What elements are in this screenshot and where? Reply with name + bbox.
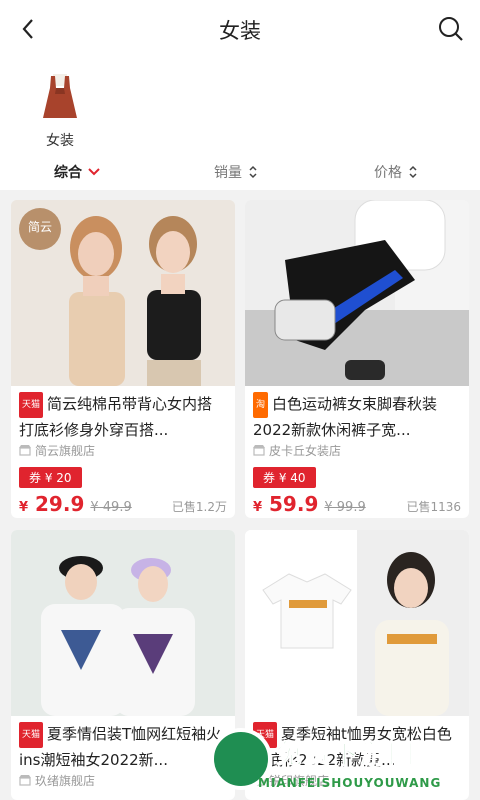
shop-name-text: 玖绪旗舰店 [35, 774, 96, 788]
sort-sales[interactable]: 销量 [214, 162, 258, 182]
sold-count: 已售1136 [406, 500, 461, 514]
shop-icon [19, 775, 31, 786]
price-value: 29.9 [35, 492, 85, 516]
product-title: 天猫 夏季情侣装T恤网红短袖火ins潮短袖女2022新... [19, 722, 227, 770]
product-image [245, 530, 469, 716]
original-price: ¥ 49.9 [90, 500, 132, 515]
sold-count: 已售1.2万 [171, 500, 227, 514]
sort-sales-label: 销量 [214, 165, 242, 181]
taobao-badge: 淘 [253, 392, 269, 418]
price-row: ¥ 29.9 ¥ 49.9 已售1.2万 [19, 492, 227, 516]
tmall-badge: 天猫 [19, 392, 44, 418]
product-grid: 简云 天猫 简云纯棉吊带背心女内搭打底衫修身外穿百搭... 简云旗舰店 券 ¥ 2… [0, 190, 480, 800]
category-item-womenswear[interactable]: 女装 [34, 72, 86, 150]
shop-icon [19, 445, 31, 456]
watermark-text: 免费下游网 [275, 740, 417, 771]
page-title: 女装 [219, 19, 261, 43]
category-strip: 女装 [0, 58, 480, 154]
sort-composite[interactable]: 综合 [54, 162, 100, 182]
shop-name: 皮卡丘女装店 [253, 442, 461, 459]
product-image: 简云 [11, 200, 235, 386]
shop-name-text: 简云旗舰店 [35, 444, 96, 458]
price: ¥ 29.9 [19, 492, 84, 516]
product-title: 淘白色运动裤女束脚春秋装2022新款休闲裤子宽... [253, 392, 461, 440]
search-icon[interactable] [436, 14, 466, 44]
sort-price[interactable]: 价格 [374, 162, 418, 182]
shop-name-text: 皮卡丘女装店 [269, 444, 342, 458]
product-image [11, 530, 235, 716]
sort-composite-label: 综合 [54, 165, 82, 181]
price-row: ¥ 59.9 ¥ 99.9 已售1136 [253, 492, 461, 516]
brand-logo: 简云 [19, 208, 61, 250]
product-image [245, 200, 469, 386]
price-value: 59.9 [269, 492, 319, 516]
product-title: 天猫 简云纯棉吊带背心女内搭打底衫修身外穿百搭... [19, 392, 227, 440]
product-photo-sport-pants [245, 200, 469, 386]
shop-icon [253, 445, 265, 456]
product-card[interactable]: 简云 天猫 简云纯棉吊带背心女内搭打底衫修身外穿百搭... 简云旗舰店 券 ¥ 2… [11, 200, 235, 518]
site-watermark: 免费下游网 MIANFEISHOUYOUWANG [210, 726, 480, 800]
tmall-badge: 天猫 [19, 722, 44, 748]
shop-name: 简云旗舰店 [19, 442, 227, 459]
product-title-text: 夏季情侣装T恤网红短袖火ins潮短袖女2022新... [19, 725, 222, 769]
currency-symbol: ¥ [253, 500, 263, 515]
sort-bar: 综合 销量 价格 [0, 154, 480, 190]
watermark-subtext: MIANFEISHOUYOUWANG [258, 776, 442, 790]
price: ¥ 59.9 [253, 492, 318, 516]
sort-toggle-icon [409, 165, 417, 179]
original-price: ¥ 99.9 [324, 500, 366, 515]
sort-price-label: 价格 [374, 165, 402, 181]
coupon-badge[interactable]: 券 ¥ 20 [19, 467, 82, 488]
product-card[interactable]: 天猫 夏季情侣装T恤网红短袖火ins潮短袖女2022新... 玖绪旗舰店 [11, 530, 235, 800]
coupon-badge[interactable]: 券 ¥ 40 [253, 467, 316, 488]
product-title-text: 白色运动裤女束脚春秋装2022新款休闲裤子宽... [253, 395, 438, 439]
shop-name: 玖绪旗舰店 [19, 772, 227, 789]
product-title-text: 简云纯棉吊带背心女内搭打底衫修身外穿百搭... [19, 395, 213, 439]
chevron-down-icon [88, 168, 100, 176]
dress-icon [43, 74, 77, 118]
product-photo-white-tshirt [245, 530, 469, 716]
product-card[interactable]: 淘白色运动裤女束脚春秋装2022新款休闲裤子宽... 皮卡丘女装店 券 ¥ 40… [245, 200, 469, 518]
sort-toggle-icon [249, 165, 257, 179]
product-photo-couple-tshirts [11, 530, 235, 716]
currency-symbol: ¥ [19, 500, 29, 515]
top-bar: 女装 [0, 0, 480, 58]
category-label: 女装 [46, 133, 74, 149]
